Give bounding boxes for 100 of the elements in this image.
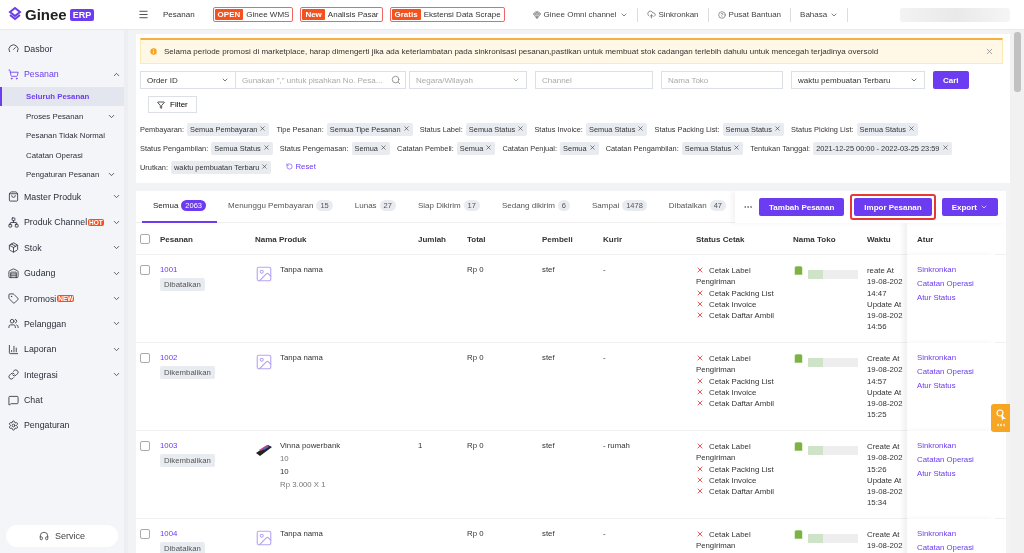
alert-text: Selama periode promosi di marketplace, harap dimengerti jika ada keterlambatan pada sinkronisasi pesanan,pastikan untuk membuat stok cadangan terlebih dahulu untuk mencegah terjadinya oversold	[164, 47, 880, 56]
info-icon	[149, 47, 158, 56]
sidebar-icon	[8, 394, 19, 406]
column-header: Nama Produk	[255, 234, 308, 244]
column-header: Status Cetak	[696, 234, 746, 244]
remove-icon[interactable]	[774, 125, 781, 132]
cross-icon	[696, 399, 704, 408]
sidebar-icon	[8, 191, 19, 203]
column-header: Atur	[917, 234, 934, 244]
row-checkbox[interactable]	[140, 529, 150, 539]
row-checkbox[interactable]	[140, 441, 150, 451]
search-button[interactable]: Cari	[933, 71, 969, 89]
logo-badge: ERP	[69, 8, 95, 21]
column-header: Kurir	[603, 234, 624, 244]
remove-icon[interactable]	[262, 144, 270, 151]
caret-icon	[980, 203, 988, 211]
sidebar-icon	[8, 267, 19, 279]
search-field[interactable]: Gunakan "," untuk pisahkan No. Pesa...	[236, 71, 406, 89]
remove-icon[interactable]	[402, 125, 410, 132]
remove-icon[interactable]	[517, 125, 525, 132]
sidebar-icon	[8, 216, 19, 228]
shopping-bag-icon	[793, 353, 804, 364]
redacted-text	[808, 270, 858, 279]
image-placeholder-icon	[255, 529, 273, 547]
header-link[interactable]: Sinkronkan	[637, 7, 709, 22]
header-link[interactable]: Ginee Omni channel	[523, 7, 638, 22]
cloud-icon	[646, 10, 656, 19]
sidebar-icon	[8, 293, 19, 305]
column-header: Pesanan	[160, 234, 194, 244]
reset-icon	[286, 163, 294, 170]
row-checkbox[interactable]	[140, 265, 150, 275]
remove-icon[interactable]	[485, 144, 493, 151]
cross-icon	[696, 475, 704, 484]
promo-link[interactable]: Gratis Ekstensi Data Scrape	[389, 7, 505, 22]
remove-icon[interactable]	[261, 163, 269, 170]
toolbar-button[interactable]: Tambah Pesanan	[759, 198, 845, 216]
cross-icon	[696, 442, 704, 450]
sidebar-item[interactable]: Chat	[0, 387, 124, 413]
channel-field[interactable]: Channel	[535, 71, 653, 89]
cross-icon	[696, 487, 704, 496]
sidebar-item[interactable]: Dasbor	[0, 36, 124, 62]
service-button[interactable]: Service	[6, 525, 118, 547]
cross-icon	[696, 387, 704, 396]
assistant-widget[interactable]	[991, 404, 1010, 432]
toolbar-button[interactable]: Impor Pesanan	[854, 198, 932, 216]
filter-button[interactable]: Filter	[148, 96, 197, 113]
remove-icon[interactable]	[637, 125, 645, 132]
cross-icon	[696, 288, 704, 297]
sidebar-icon	[8, 369, 19, 381]
redacted-text	[808, 358, 858, 367]
cross-icon	[696, 376, 704, 385]
sidebar-item[interactable]: Pesanan	[0, 61, 124, 87]
store-field[interactable]: Nama Toko	[661, 71, 783, 89]
header-link[interactable]: Bahasa	[791, 7, 849, 22]
toolbar-button[interactable]: Export	[941, 198, 998, 216]
cross-icon	[696, 311, 704, 320]
select-all-checkbox[interactable]	[140, 234, 150, 244]
sidebar-item[interactable]: Pengaturan	[0, 412, 124, 439]
promo-link[interactable]: OPEN Ginee WMS	[212, 7, 294, 22]
sidebar-item[interactable]: Laporan	[0, 336, 124, 362]
sidebar-item[interactable]: Master Produk	[0, 184, 124, 210]
sidebar-icon	[8, 242, 19, 254]
promo-link[interactable]: New Analisis Pasar	[300, 7, 383, 22]
logo-icon	[8, 6, 22, 23]
close-icon[interactable]	[985, 47, 994, 56]
remove-icon[interactable]	[941, 144, 949, 151]
remove-icon[interactable]	[908, 125, 916, 132]
row-checkbox[interactable]	[140, 353, 150, 363]
caret-icon	[221, 76, 229, 84]
remove-icon[interactable]	[733, 144, 741, 151]
sidebar-item[interactable]: Gudang	[0, 260, 124, 286]
sidebar-icon	[8, 420, 19, 431]
scrollbar[interactable]	[1010, 30, 1024, 553]
column-header: Jumlah	[418, 234, 447, 244]
header-link[interactable]: Pusat Bantuan	[708, 7, 792, 22]
sort-select[interactable]: waktu pembuatan Terbaru	[791, 71, 925, 89]
column-header: Nama Toko	[793, 234, 837, 244]
shopping-bag-icon	[793, 529, 804, 540]
remove-icon[interactable]	[588, 144, 596, 151]
logo-text: Ginee	[25, 6, 67, 23]
cross-icon	[696, 266, 704, 274]
breadcrumb: Pesanan	[163, 10, 195, 19]
sidebar-item[interactable]: Pelanggan	[0, 311, 124, 337]
shopping-bag-icon	[793, 441, 804, 452]
caret-icon	[910, 76, 918, 84]
remove-icon[interactable]	[380, 144, 387, 151]
column-header: Waktu	[867, 234, 892, 244]
sidebar-icon	[8, 43, 19, 55]
sidebar-item[interactable]: Stok	[0, 235, 124, 261]
cross-icon	[696, 530, 704, 538]
remove-icon[interactable]	[259, 125, 267, 132]
field-select[interactable]: Order ID	[140, 71, 236, 89]
sidebar-icon	[8, 343, 19, 355]
menu-icon[interactable]	[138, 9, 149, 20]
help-icon	[717, 10, 726, 19]
shopping-bag-icon	[793, 265, 804, 276]
sidebar-item[interactable]: Integrasi	[0, 362, 124, 388]
image-placeholder-icon	[255, 353, 273, 371]
headset-icon	[39, 531, 49, 541]
sidebar-icon	[8, 318, 19, 330]
